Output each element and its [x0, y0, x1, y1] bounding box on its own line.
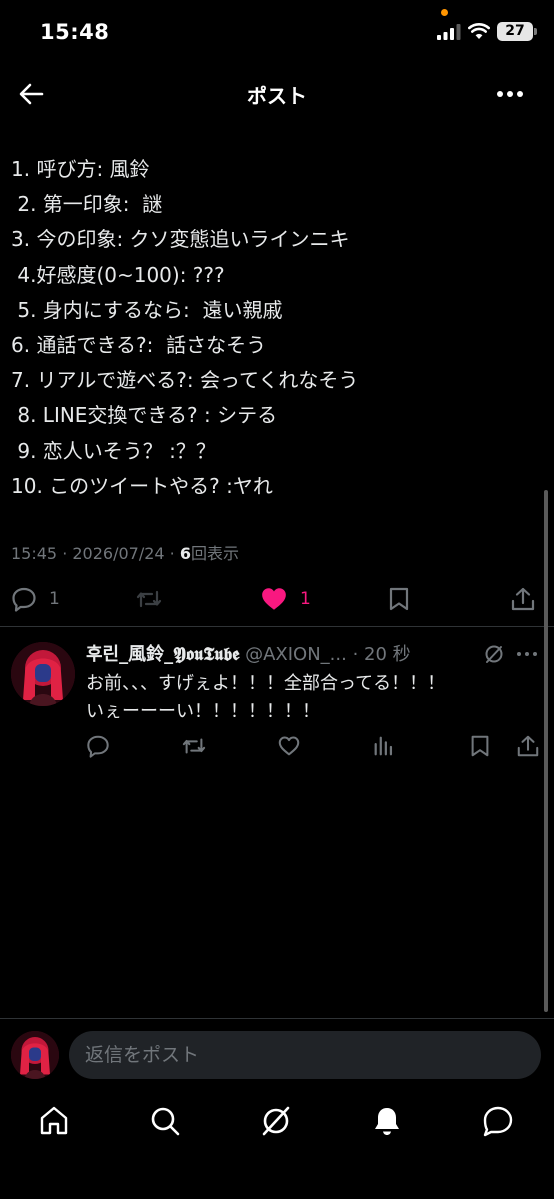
- bookmark-icon: [389, 587, 409, 611]
- bottom-nav: [0, 1094, 554, 1154]
- more-icon[interactable]: [496, 86, 524, 102]
- post-line-3: 3. 今の印象: クソ変態追いラインニキ: [11, 227, 350, 252]
- reply-button[interactable]: 1: [11, 584, 60, 614]
- more-icon[interactable]: [516, 648, 538, 660]
- reply-avatar[interactable]: [11, 642, 75, 706]
- post-header: ポスト: [0, 66, 554, 122]
- like-count: 1: [300, 589, 311, 609]
- post-line-1: 1. 呼び方: 風鈴: [11, 157, 150, 181]
- post-timestamp: 15:45 · 2026/07/24 ·: [11, 544, 180, 563]
- view-label: 回表示: [190, 544, 239, 563]
- privacy-indicator-dot: [441, 9, 448, 16]
- search-icon[interactable]: [148, 1104, 182, 1138]
- divider: [0, 626, 554, 627]
- reply-item[interactable]: 후린_風鈴_𝖄𝖔𝖚𝕿𝖚𝖇𝖊 @AXION_... · 20 秒 お前、、、すげぇ…: [0, 630, 554, 760]
- post-line-5: 5. 身内にするなら: 遠い親戚: [11, 297, 283, 322]
- home-icon[interactable]: [37, 1104, 71, 1138]
- post-line-6: 6. 通話できる?: 話さなそう: [11, 333, 267, 358]
- share-icon[interactable]: [516, 734, 540, 758]
- post-line-8: 8. LINE交換できる? : シテる: [11, 403, 278, 428]
- reply-text-line-2: いぇーーーい！！！！！！！: [86, 701, 320, 722]
- post-meta: 15:45 · 2026/07/24 · 6回表示: [11, 540, 239, 564]
- share-button[interactable]: [510, 584, 536, 614]
- reply-count: 1: [49, 589, 60, 609]
- page-title: ポスト: [247, 84, 307, 108]
- heart-filled-icon: [262, 588, 286, 610]
- repost-button[interactable]: [136, 584, 162, 614]
- post-line-2: 2. 第一印象: 謎: [11, 192, 163, 217]
- status-time: 15:48: [40, 20, 110, 44]
- battery-level: 27: [497, 22, 533, 41]
- reply-icon[interactable]: [86, 734, 110, 758]
- bookmark-icon[interactable]: [468, 734, 492, 758]
- grok-icon[interactable]: [484, 644, 504, 664]
- post-line-7: 7. リアルで遊べる?: 会ってくれなそう: [11, 368, 359, 393]
- post-line-4: 4.好感度(0~100): ???: [11, 262, 225, 287]
- bookmark-button[interactable]: [386, 584, 412, 614]
- post-line-10: 10. このツイートやる? :ヤれ: [11, 473, 273, 498]
- grok-icon[interactable]: [259, 1104, 293, 1138]
- reply-display-name[interactable]: 후린_風鈴_𝖄𝖔𝖚𝕿𝖚𝖇𝖊: [86, 644, 239, 665]
- reply-text: お前、、、すげぇよ！！！全部合ってる！！！ いぇーーーい！！！！！！！: [86, 670, 526, 726]
- reply-composer: [0, 1018, 554, 1090]
- like-button[interactable]: 1: [260, 584, 311, 614]
- messages-icon[interactable]: [481, 1104, 515, 1138]
- reply-header: 후린_風鈴_𝖄𝖔𝖚𝕿𝖚𝖇𝖊 @AXION_... · 20 秒: [86, 640, 546, 666]
- scrollbar[interactable]: [544, 490, 548, 1012]
- heart-icon[interactable]: [277, 734, 301, 758]
- composer-avatar[interactable]: [11, 1031, 59, 1079]
- reply-text-line-1: お前、、、すげぇよ！！！全部合ってる！！！: [86, 673, 446, 694]
- reply-input[interactable]: [69, 1031, 541, 1079]
- notifications-icon[interactable]: [370, 1104, 404, 1138]
- post-action-bar: 1 1: [0, 578, 554, 622]
- wifi-icon: [468, 23, 490, 39]
- post-text: 1. 呼び方: 風鈴 2. 第一印象: 謎 3. 今の印象: クソ変態追いライン…: [11, 152, 541, 504]
- post-line-9: 9. 恋人いそう？ :？？: [11, 438, 216, 463]
- views-icon[interactable]: [372, 734, 396, 758]
- reply-time: · 20 秒: [352, 644, 411, 665]
- battery-tip: [534, 28, 537, 35]
- repost-icon: [136, 590, 162, 608]
- reply-handle[interactable]: @AXION_...: [245, 644, 347, 665]
- reply-action-bar: [0, 734, 554, 764]
- avatar-image: [11, 642, 75, 706]
- repost-icon[interactable]: [182, 734, 206, 758]
- view-count: 6: [179, 544, 191, 563]
- share-icon: [511, 587, 535, 611]
- cellular-signal-icon: [437, 24, 461, 40]
- reply-icon: [12, 587, 36, 612]
- avatar-image: [11, 1031, 59, 1079]
- status-bar: 15:48 27: [0, 0, 554, 66]
